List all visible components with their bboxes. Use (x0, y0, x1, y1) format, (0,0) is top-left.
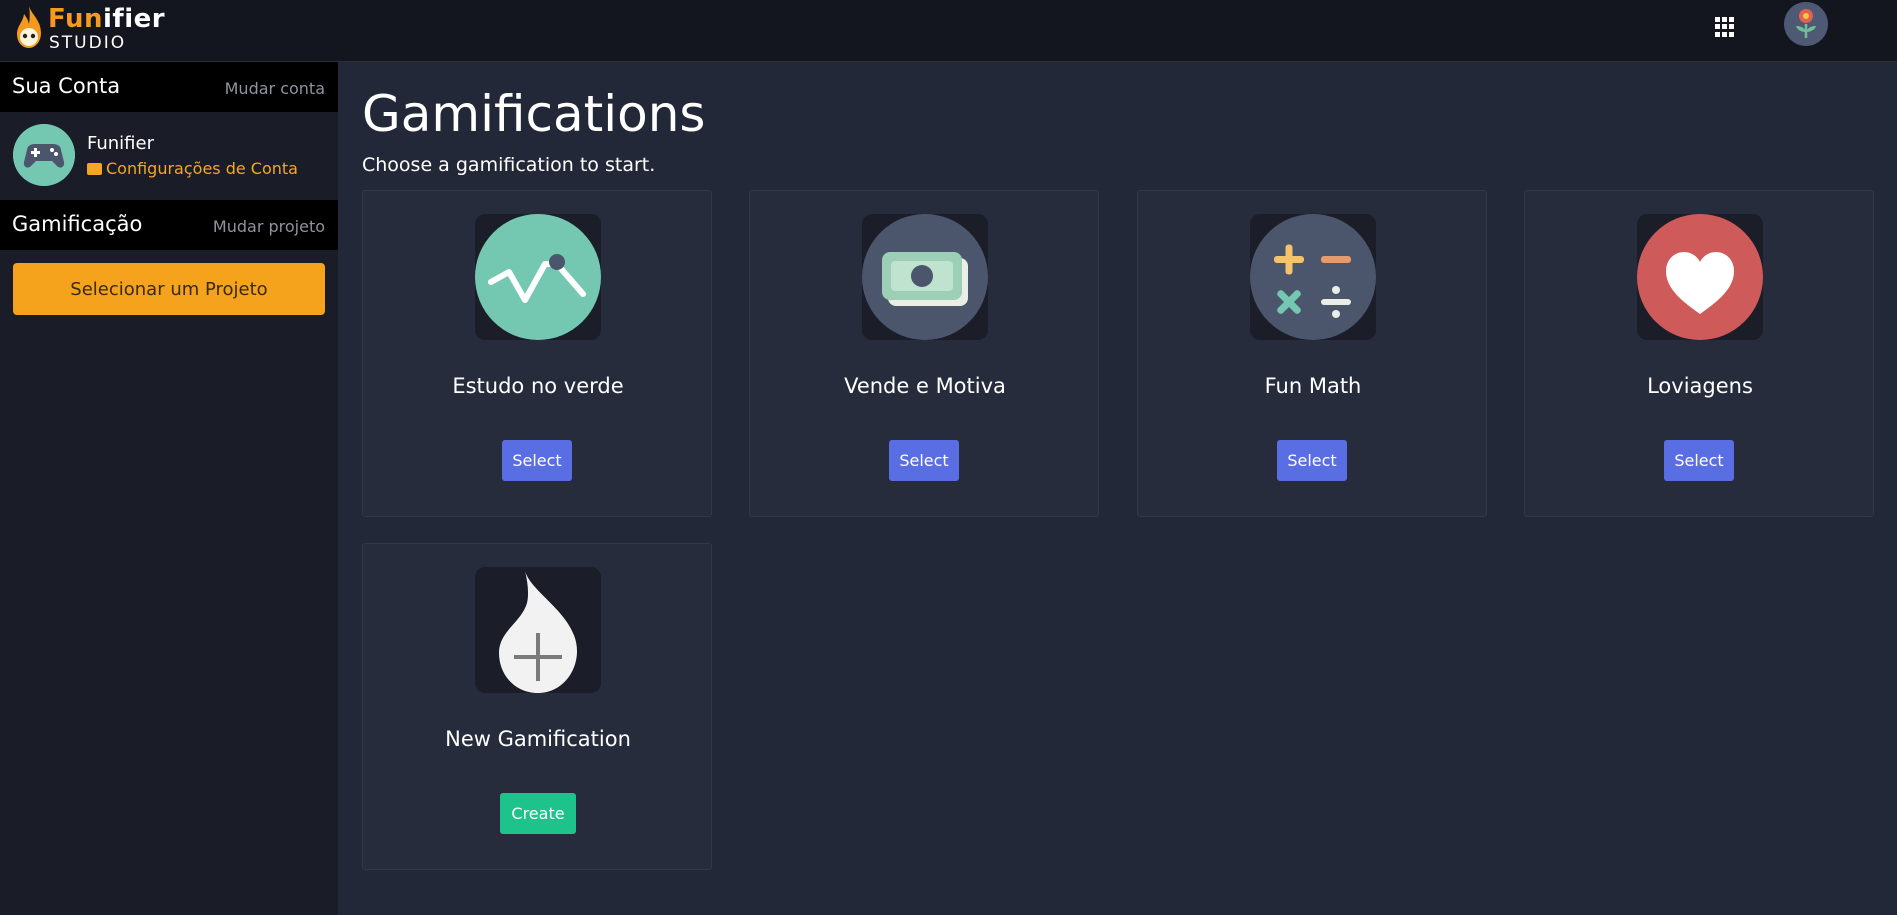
grid-icon[interactable] (1715, 17, 1735, 37)
card-icon-box (1637, 214, 1763, 340)
account-settings-link[interactable]: Configurações de Conta (87, 159, 298, 178)
card-icon-box (1250, 214, 1376, 340)
card-name: New Gamification (445, 727, 631, 751)
briefcase-icon (87, 163, 102, 175)
money-icon (862, 214, 988, 340)
card-icon-box (475, 567, 601, 693)
flower-avatar-icon (1784, 2, 1828, 46)
project-section-title: Gamificação (12, 212, 143, 236)
user-avatar[interactable] (1784, 2, 1828, 46)
math-operators-icon (1250, 214, 1376, 340)
card-icon-box (475, 214, 601, 340)
line-chart-icon (475, 214, 601, 340)
logo-brand: Funifier (48, 4, 165, 34)
page-subtitle: Choose a gamification to start. (362, 154, 656, 176)
card-name: Estudo no verde (452, 374, 624, 398)
account-section-title: Sua Conta (12, 74, 121, 98)
gamepad-icon (13, 124, 75, 186)
gamification-card: Estudo no verde Select (362, 190, 712, 517)
flame-logo-icon (17, 6, 41, 48)
card-name: Loviagens (1647, 374, 1753, 398)
gamification-card: Loviagens Select (1524, 190, 1874, 517)
funifier-studio-logo[interactable]: Funifier STUDIO (14, 4, 174, 54)
flame-plus-icon (499, 571, 577, 693)
logo-brand-part1: Fun (48, 4, 103, 34)
card-icon-box (862, 214, 988, 340)
account-name: Funifier (87, 133, 154, 154)
new-gamification-card: New Gamification Create (362, 543, 712, 870)
sidebar: Sua Conta Mudar conta Funifier Configura… (0, 62, 338, 915)
logo-subtitle: STUDIO (49, 33, 127, 53)
select-button[interactable]: Select (502, 440, 572, 481)
page-title: Gamifications (362, 85, 706, 143)
top-bar: Funifier STUDIO (0, 0, 1897, 62)
account-section-header: Sua Conta Mudar conta (0, 62, 338, 112)
change-project-link[interactable]: Mudar projeto (213, 217, 325, 236)
select-project-button[interactable]: Selecionar um Projeto (13, 263, 325, 315)
card-name: Fun Math (1264, 374, 1362, 398)
select-button[interactable]: Select (1277, 440, 1347, 481)
select-button[interactable]: Select (889, 440, 959, 481)
gamification-card: Vende e Motiva Select (749, 190, 1099, 517)
account-avatar (13, 124, 75, 186)
logo-brand-part2: ifier (103, 4, 166, 34)
account-settings-label: Configurações de Conta (106, 159, 298, 178)
create-button[interactable]: Create (500, 793, 576, 834)
heart-icon (1637, 214, 1763, 340)
gamification-card: Fun Math Select (1137, 190, 1487, 517)
card-name: Vende e Motiva (844, 374, 1006, 398)
select-button[interactable]: Select (1664, 440, 1734, 481)
change-account-link[interactable]: Mudar conta (225, 79, 325, 98)
project-section-header: Gamificação Mudar projeto (0, 200, 338, 250)
